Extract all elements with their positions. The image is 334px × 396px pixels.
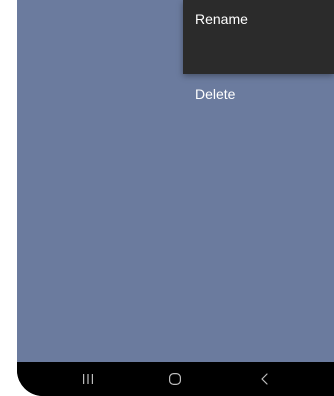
back-icon [261, 373, 268, 385]
menu-item-label: Delete [195, 86, 236, 102]
context-menu: Rename Delete [183, 0, 334, 102]
recent-apps-button[interactable] [68, 366, 108, 392]
back-button[interactable] [245, 366, 285, 392]
menu-item-label: Rename [195, 11, 248, 27]
home-icon [169, 373, 182, 386]
menu-item-rename[interactable]: Rename [183, 0, 334, 37]
system-navigation-bar [17, 362, 334, 396]
recent-apps-icon [83, 374, 93, 384]
device-frame: Rename Delete [0, 0, 334, 396]
home-button[interactable] [155, 366, 195, 392]
phone-screen: Rename Delete [17, 0, 334, 396]
menu-item-delete[interactable]: Delete [183, 37, 334, 102]
